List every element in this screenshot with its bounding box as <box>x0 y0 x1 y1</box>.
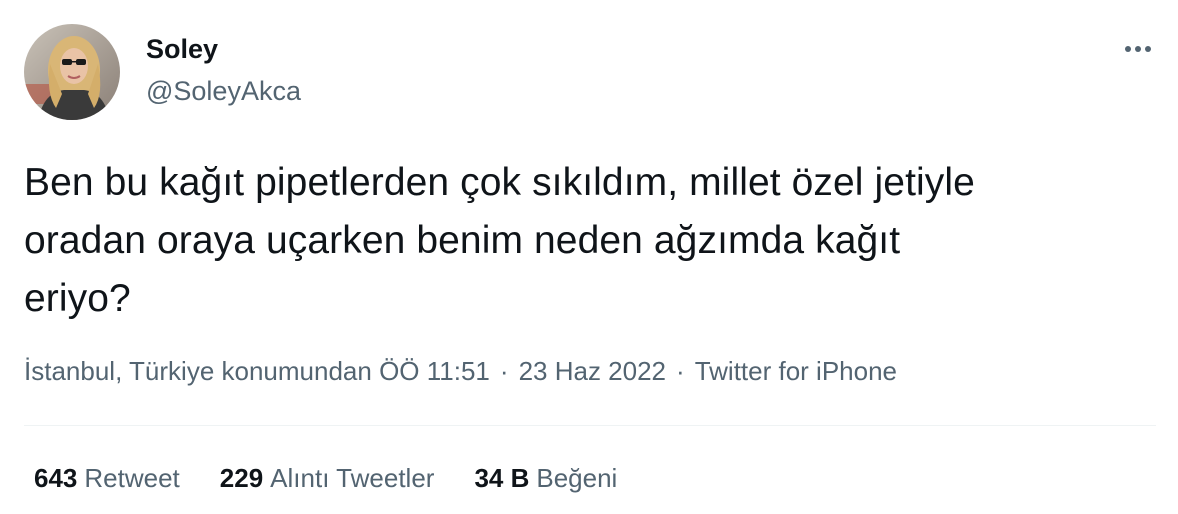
tweet-metadata: İstanbul, Türkiye konumundan ÖÖ 11:51 · 23… <box>24 356 897 387</box>
avatar[interactable] <box>24 24 120 120</box>
divider <box>24 425 1156 426</box>
display-name[interactable]: Soley <box>146 34 218 65</box>
user-handle[interactable]: @SoleyAkca <box>146 76 301 107</box>
tweet-date: 23 Haz 2022 <box>518 356 667 386</box>
retweets-stat[interactable]: 643 Retweet <box>34 463 180 494</box>
more-horizontal-icon <box>1125 46 1151 52</box>
like-label: Beğeni <box>536 463 618 493</box>
tweet-source[interactable]: Twitter for iPhone <box>695 356 897 386</box>
tweet-location: İstanbul, Türkiye konumundan <box>24 356 372 386</box>
tweet-timestamp[interactable]: ÖÖ 11:51 · 23 Haz 2022 <box>379 356 666 386</box>
quote-count: 229 <box>219 463 264 493</box>
tweet-time: ÖÖ 11:51 <box>379 356 490 386</box>
quote-tweets-stat[interactable]: 229 Alıntı Tweetler <box>220 463 435 494</box>
quote-label: Alıntı Tweetler <box>270 463 435 493</box>
tweet-text: Ben bu kağıt pipetlerden çok sıkıldım, m… <box>24 161 975 320</box>
tweet-stats: 643 Retweet 229 Alıntı Tweetler 34 B Beğeni <box>34 463 617 494</box>
like-count: 34 B <box>474 463 530 493</box>
retweet-label: Retweet <box>84 463 180 493</box>
more-options-button[interactable] <box>1118 34 1158 64</box>
separator-dot: · <box>676 356 685 386</box>
likes-stat[interactable]: 34 B Beğeni <box>474 463 617 494</box>
tweet-card: Soley @SoleyAkca Ben bu kağıt pipetlerde… <box>0 0 1178 514</box>
avatar-image <box>24 24 120 120</box>
retweet-count: 643 <box>34 463 78 493</box>
separator-dot: · <box>499 356 509 386</box>
